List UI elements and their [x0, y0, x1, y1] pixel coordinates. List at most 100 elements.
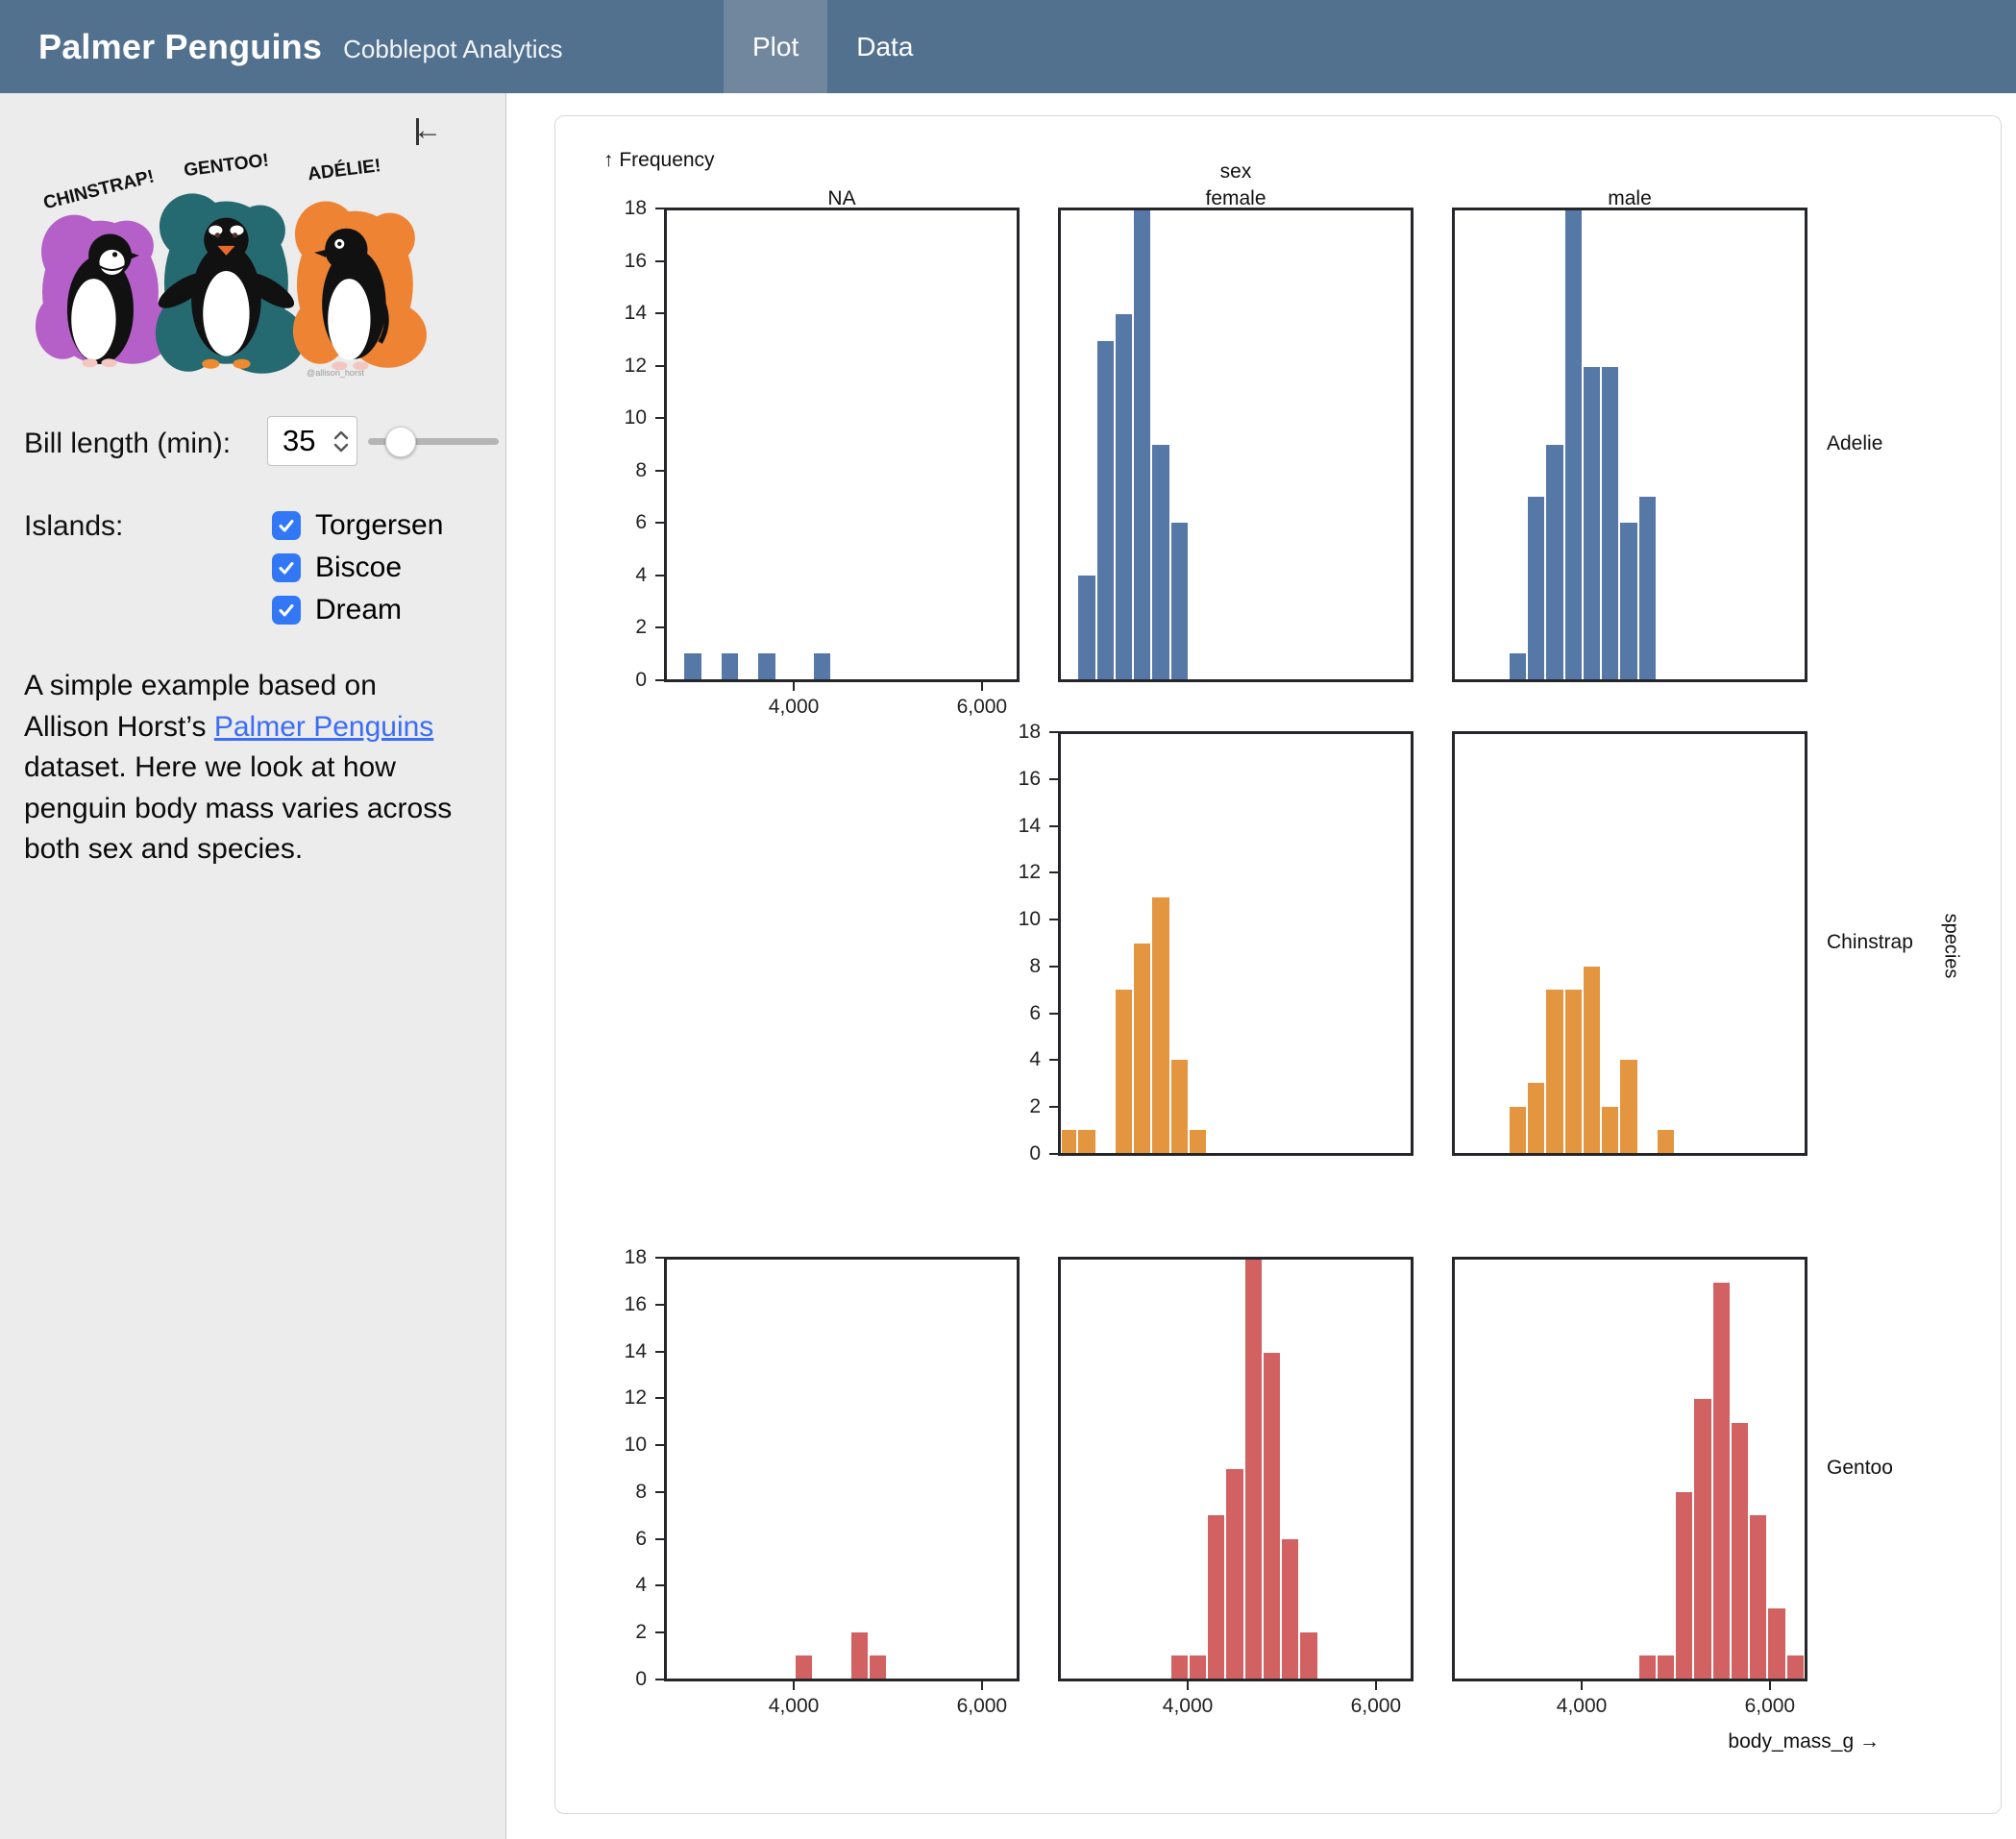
histogram-bar [851, 1632, 868, 1679]
y-tick-label: 2 [996, 1094, 1041, 1119]
y-tick-label: 4 [602, 563, 647, 588]
y-tick [1049, 1153, 1058, 1155]
histogram-bar [684, 653, 701, 679]
y-tick-label: 6 [602, 510, 647, 535]
row-label-gentoo: Gentoo [1827, 1457, 1893, 1480]
tab-plot[interactable]: Plot [724, 0, 827, 93]
x-tick-label: 6,000 [924, 1695, 1040, 1718]
histogram-bar [1078, 1130, 1094, 1153]
slider-thumb[interactable] [385, 427, 416, 457]
histogram-bar [1245, 1260, 1262, 1679]
histogram-bar [1565, 990, 1582, 1153]
stepper-up-button[interactable] [333, 430, 349, 440]
histogram-bar [1116, 314, 1132, 679]
histogram-bar [1676, 1492, 1692, 1679]
y-tick-label: 10 [996, 907, 1041, 932]
y-tick-label: 4 [996, 1047, 1041, 1072]
sidebar-description: A simple example based on Allison Horst’… [24, 666, 458, 870]
facet-x-title: sex [1140, 160, 1332, 184]
histogram-bar [1171, 1060, 1188, 1153]
app-subtitle: Cobblepot Analytics [343, 29, 562, 64]
island-option-dream[interactable]: Dream [272, 589, 443, 631]
histogram-bar [1078, 576, 1094, 679]
y-tick-label: 14 [996, 814, 1041, 839]
y-tick-label: 0 [996, 1141, 1041, 1166]
histogram-bar [1602, 1107, 1618, 1153]
histogram-bar [1152, 445, 1168, 679]
checkmark-icon [277, 558, 296, 577]
tab-data[interactable]: Data [827, 0, 942, 93]
y-tick [655, 1584, 664, 1586]
island-option-label: Torgersen [315, 509, 443, 542]
island-option-biscoe[interactable]: Biscoe [272, 547, 443, 589]
artwork-label-gentoo: GENTOO! [183, 151, 270, 182]
histogram-bar [1300, 1632, 1316, 1679]
description-text-after: dataset. Here we look at how penguin bod… [24, 751, 452, 865]
histogram-bar [1190, 1655, 1206, 1679]
histogram-bar [1062, 1130, 1076, 1153]
histogram-bar [814, 653, 830, 679]
y-tick-label: 4 [602, 1573, 647, 1598]
histogram-bar [1546, 990, 1562, 1153]
histogram-bar [1713, 1283, 1730, 1679]
facet-y-title: species [1939, 914, 1961, 979]
stepper-down-button[interactable] [333, 443, 349, 453]
y-tick-label: 6 [996, 1001, 1041, 1026]
islands-label: Islands: [24, 510, 123, 543]
app-title: Palmer Penguins [38, 27, 322, 67]
histogram-bar [1546, 445, 1562, 679]
y-tick [655, 626, 664, 628]
y-tick [655, 679, 664, 681]
x-tick [793, 1681, 795, 1690]
facet-adelie-female [1058, 208, 1414, 682]
y-tick-label: 18 [996, 720, 1041, 745]
y-tick-label: 6 [602, 1527, 647, 1552]
artwork-label-chinstrap: CHINSTRAP! [41, 166, 157, 213]
y-tick-label: 12 [602, 354, 647, 379]
histogram-bar [1097, 341, 1114, 679]
y-tick [655, 1538, 664, 1540]
x-axis-title: body_mass_g → [1495, 1730, 1880, 1753]
bill-length-label: Bill length (min): [24, 428, 231, 460]
x-tick-label: 6,000 [924, 696, 1040, 719]
plot-card: ↑ Frequency sexNAfemalemaleAdelieChinstr… [554, 115, 2002, 1814]
histogram-bar [1658, 1655, 1674, 1679]
y-tick-label: 2 [602, 615, 647, 640]
checkbox-torgersen[interactable] [272, 511, 301, 540]
histogram-bar [1602, 367, 1618, 679]
histogram-bar [1694, 1399, 1710, 1679]
checkbox-biscoe[interactable] [272, 553, 301, 582]
histogram-bar [1787, 1655, 1804, 1679]
y-tick-label: 16 [996, 767, 1041, 792]
island-option-torgersen[interactable]: Torgersen [272, 504, 443, 547]
bill-length-input[interactable]: 35 [267, 416, 357, 466]
y-tick [1049, 1013, 1058, 1015]
y-tick-label: 0 [602, 1667, 647, 1692]
y-tick-label: 2 [602, 1620, 647, 1645]
y-tick-label: 10 [602, 405, 647, 430]
facet-adelie-na [664, 208, 1020, 682]
facet-gentoo-female [1058, 1257, 1414, 1681]
artwork-credit: @allison_horst [307, 368, 364, 378]
y-tick [655, 1351, 664, 1353]
penguin-artwork: CHINSTRAP! GENTOO! ADÉLIE! @allison_hors… [17, 137, 455, 399]
sidebar: ← [0, 93, 506, 1839]
histogram-bar [1565, 210, 1582, 679]
histogram-bar [1750, 1515, 1766, 1679]
y-tick [1049, 919, 1058, 920]
y-tick [1049, 825, 1058, 827]
facet-chinstrap-male [1452, 731, 1807, 1156]
histogram-bar [1208, 1515, 1224, 1679]
histogram-bar [870, 1655, 886, 1679]
histogram-bar [1584, 367, 1600, 679]
row-label-chinstrap: Chinstrap [1827, 931, 1913, 954]
palmer-penguins-link[interactable]: Palmer Penguins [214, 711, 433, 743]
histogram-bar [1510, 653, 1526, 679]
facet-gentoo-male [1452, 1257, 1807, 1681]
checkbox-dream[interactable] [272, 596, 301, 625]
x-tick [1769, 1681, 1771, 1690]
y-tick [655, 470, 664, 472]
histogram-bar [1152, 897, 1168, 1153]
bill-length-stepper [333, 430, 356, 453]
histogram-bar [1264, 1353, 1280, 1679]
